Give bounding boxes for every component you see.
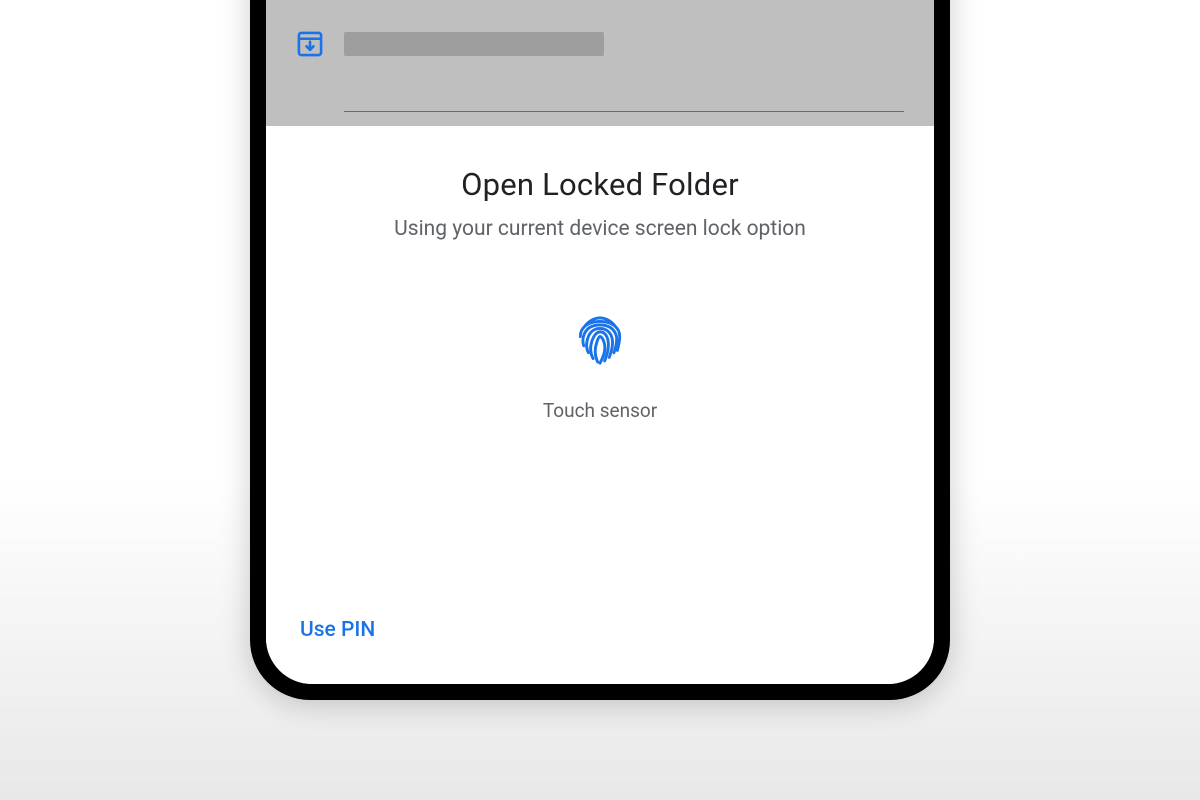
top-bar-content: [296, 30, 904, 58]
dialog-subtitle: Using your current device screen lock op…: [298, 217, 902, 241]
dialog-title: Open Locked Folder: [298, 166, 902, 203]
archive-download-icon: [296, 30, 324, 58]
dimmed-background-bar: [266, 0, 934, 126]
phone-frame: Open Locked Folder Using your current de…: [250, 0, 950, 700]
divider-line: [344, 111, 904, 112]
fingerprint-section: Touch sensor: [298, 311, 902, 422]
phone-screen: Open Locked Folder Using your current de…: [266, 0, 934, 684]
loading-placeholder-bar: [344, 32, 604, 56]
use-pin-button[interactable]: Use PIN: [296, 612, 379, 648]
touch-sensor-label: Touch sensor: [543, 399, 657, 422]
fingerprint-icon[interactable]: [571, 311, 629, 369]
unlock-dialog: Open Locked Folder Using your current de…: [266, 126, 934, 684]
